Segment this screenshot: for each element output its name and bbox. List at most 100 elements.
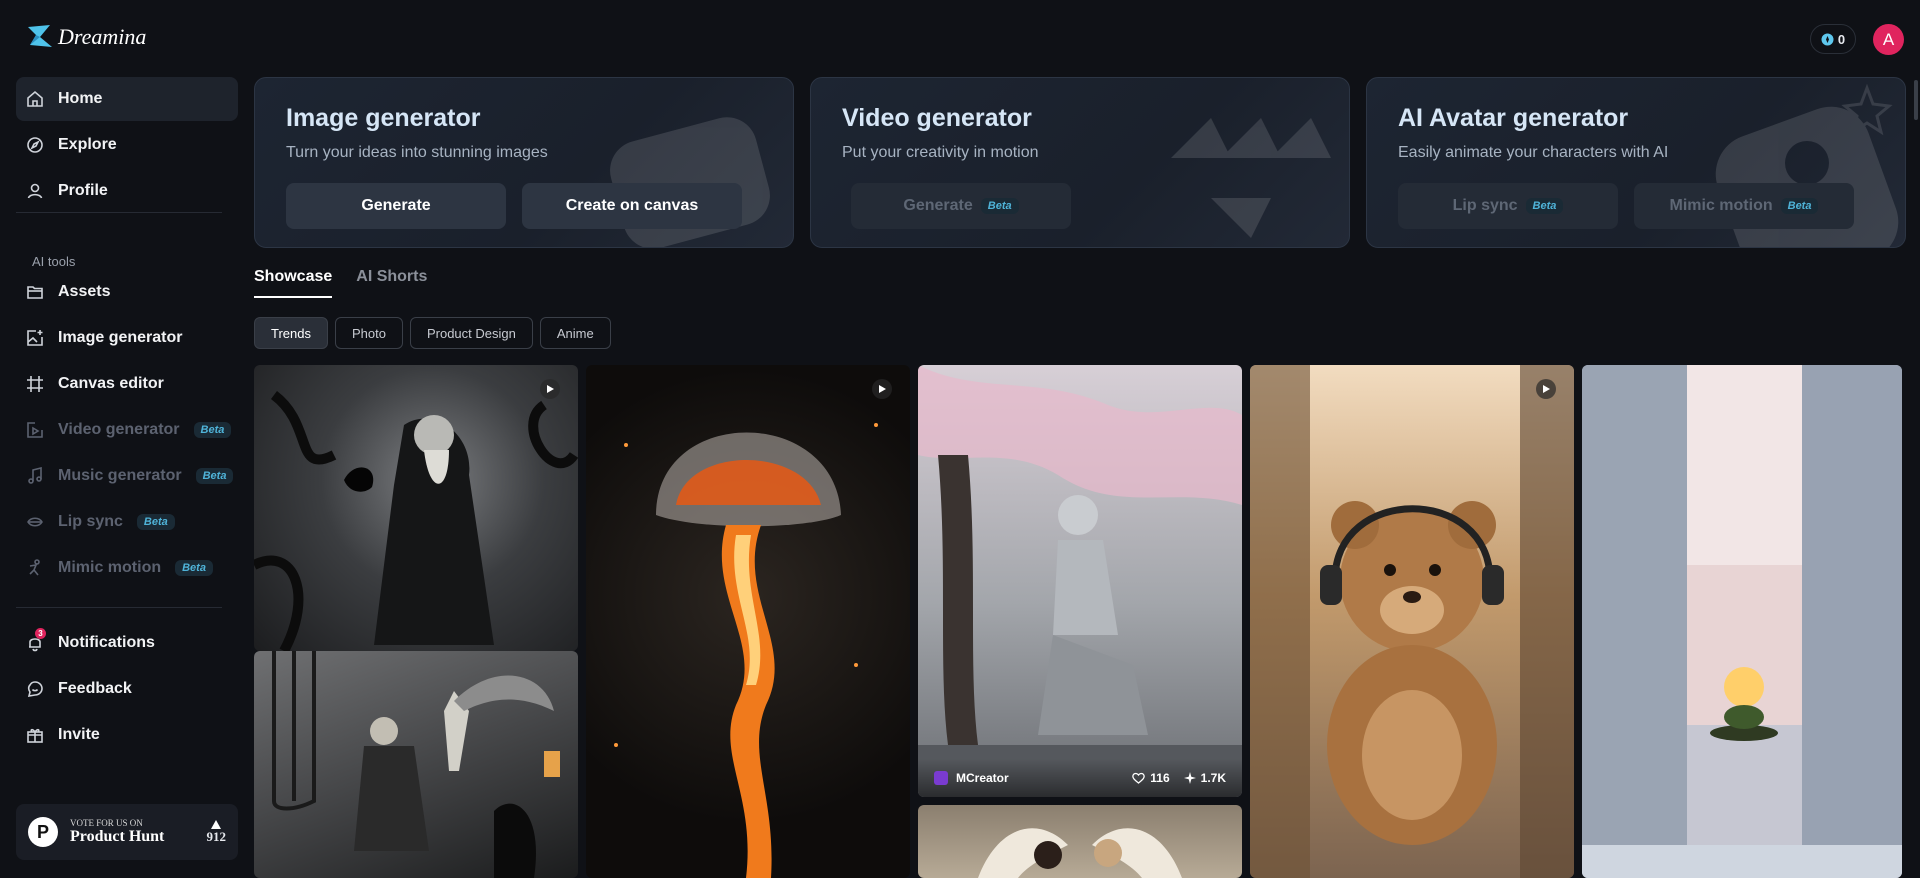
sidebar-item-label: Invite <box>58 726 100 743</box>
beta-badge: Beta <box>1525 198 1564 214</box>
tools-nav: Assets Image generator Canvas editor Vid… <box>16 270 238 592</box>
sidebar-item-label: Notifications <box>58 634 155 651</box>
section-label-ai-tools: AI tools <box>32 254 76 269</box>
beta-badge: Beta <box>136 514 175 530</box>
main-nav: Home Explore Profile <box>16 77 238 215</box>
sidebar-item-video-generator[interactable]: Video generator Beta <box>16 408 238 452</box>
product-hunt-banner[interactable]: P VOTE FOR US ON Product Hunt 912 <box>16 804 238 860</box>
sidebar-item-label: Explore <box>58 136 117 153</box>
showcase-tile-fire-jellyfish[interactable] <box>586 365 910 878</box>
button-label: Mimic motion <box>1669 197 1773 214</box>
video-generator-card: Video generator Put your creativity in m… <box>810 77 1350 248</box>
logo[interactable]: Dreamina <box>26 22 146 52</box>
showcase-tile-old-man-skeleton[interactable] <box>254 651 578 878</box>
chip-photo[interactable]: Photo <box>334 317 403 349</box>
video-generate-button[interactable]: Generate Beta <box>851 183 1071 229</box>
sidebar-item-canvas-editor[interactable]: Canvas editor <box>16 362 238 406</box>
fire-jellyfish-image <box>614 423 878 878</box>
tab-ai-shorts[interactable]: AI Shorts <box>356 268 427 298</box>
product-hunt-small-label: VOTE FOR US ON <box>70 818 143 828</box>
sidebar-item-image-generator[interactable]: Image generator <box>16 316 238 360</box>
ai-avatar-generator-card: AI Avatar generator Easily animate your … <box>1366 77 1906 248</box>
credit-coin-icon <box>1821 33 1834 45</box>
card-title: Video generator <box>842 104 1032 132</box>
bottom-nav: 3 Notifications Feedback Invite <box>16 621 238 759</box>
remix-count: 1.7K <box>1200 771 1226 785</box>
motion-icon <box>29 559 40 576</box>
lips-icon <box>27 517 43 527</box>
video-play-icon <box>872 379 892 399</box>
divider <box>16 212 222 213</box>
video-play-icon <box>540 379 560 399</box>
sidebar-item-label: Music generator <box>58 467 182 484</box>
mimic-motion-button[interactable]: Mimic motion Beta <box>1634 183 1854 229</box>
logo-text: Dreamina <box>58 24 147 49</box>
sidebar-item-explore[interactable]: Explore <box>16 123 238 167</box>
sidebar-item-music-generator[interactable]: Music generator Beta <box>16 454 238 498</box>
chip-anime[interactable]: Anime <box>539 317 611 349</box>
heart-icon <box>1132 772 1146 784</box>
avatar[interactable]: A <box>1873 24 1904 55</box>
sidebar-item-feedback[interactable]: Feedback <box>16 667 238 711</box>
sidebar-item-label: Assets <box>58 283 111 300</box>
video-deco-icon <box>1171 118 1331 238</box>
showcase-tile-angels[interactable] <box>918 805 1242 878</box>
sidebar-item-label: Lip sync <box>58 513 123 530</box>
button-label: Generate <box>361 197 431 214</box>
chip-trends[interactable]: Trends <box>254 317 328 349</box>
sidebar-item-notifications[interactable]: 3 Notifications <box>16 621 238 665</box>
chip-product-design[interactable]: Product Design <box>409 317 533 349</box>
showcase-tile-footer: MCreator 116 1.7K <box>918 759 1242 797</box>
dreamina-logo-icon <box>28 25 52 47</box>
image-generate-button[interactable]: Generate <box>286 183 506 229</box>
sidebar-item-label: Video generator <box>58 421 180 438</box>
beta-badge: Beta <box>1780 198 1819 214</box>
home-icon <box>27 90 43 107</box>
angels-image <box>978 828 1182 878</box>
invite-icon <box>27 728 43 743</box>
image-generator-card: Image generator Turn your ideas into stu… <box>254 77 794 248</box>
sidebar-item-label: Mimic motion <box>58 559 162 576</box>
divider <box>16 607 222 608</box>
credits-button[interactable]: 0 <box>1810 24 1856 54</box>
sidebar-item-mimic-motion[interactable]: Mimic motion Beta <box>16 546 238 590</box>
remix-stat[interactable]: 1.7K <box>1183 771 1226 785</box>
canvas-icon <box>27 376 43 392</box>
showcase-tile-teddy-bear[interactable] <box>1250 365 1574 878</box>
creator-name[interactable]: MCreator <box>956 771 1009 785</box>
notification-count-badge: 3 <box>35 628 46 639</box>
tab-showcase[interactable]: Showcase <box>254 268 333 298</box>
upvote-triangle-icon <box>211 819 222 829</box>
folder-icon <box>27 286 43 299</box>
sidebar-item-assets[interactable]: Assets <box>16 270 238 314</box>
button-label: Generate <box>903 197 973 214</box>
image-plus-icon <box>27 330 43 346</box>
page-scrollbar[interactable] <box>1914 80 1918 120</box>
sidebar-item-home[interactable]: Home <box>16 77 238 121</box>
beta-badge: Beta <box>175 560 213 576</box>
praying-robot-image <box>918 365 1242 797</box>
like-stat[interactable]: 116 <box>1132 771 1170 785</box>
sidebar-item-label: Feedback <box>58 680 132 697</box>
create-on-canvas-button[interactable]: Create on canvas <box>522 183 742 229</box>
showcase-tile-praying-robot[interactable]: MCreator 116 1.7K <box>918 365 1242 797</box>
app-root: Dreamina Home Explore Profile AI tools A… <box>0 0 1920 878</box>
showcase-tabs: Showcase AI Shorts <box>254 268 427 298</box>
sidebar-item-lip-sync[interactable]: Lip sync Beta <box>16 500 238 544</box>
showcase-tile-island-sunset[interactable] <box>1582 365 1902 878</box>
product-hunt-text: VOTE FOR US ON Product Hunt <box>70 818 164 846</box>
credits-count: 0 <box>1837 31 1846 47</box>
user-icon <box>27 183 43 199</box>
showcase-tile-wizard-raven[interactable] <box>254 365 578 651</box>
card-title: Image generator <box>286 104 481 132</box>
lip-sync-button[interactable]: Lip sync Beta <box>1398 183 1618 229</box>
button-label: Lip sync <box>1452 197 1518 214</box>
sidebar-item-profile[interactable]: Profile <box>16 169 238 213</box>
product-hunt-name: Product Hunt <box>70 828 165 845</box>
card-subtitle: Easily animate your characters with AI <box>1398 144 1669 161</box>
sidebar-item-invite[interactable]: Invite <box>16 713 238 757</box>
compass-icon <box>27 137 43 153</box>
teddy-bear-image <box>1250 365 1574 878</box>
creator-avatar-icon <box>934 771 948 785</box>
product-hunt-upvotes: 912 <box>207 819 226 845</box>
